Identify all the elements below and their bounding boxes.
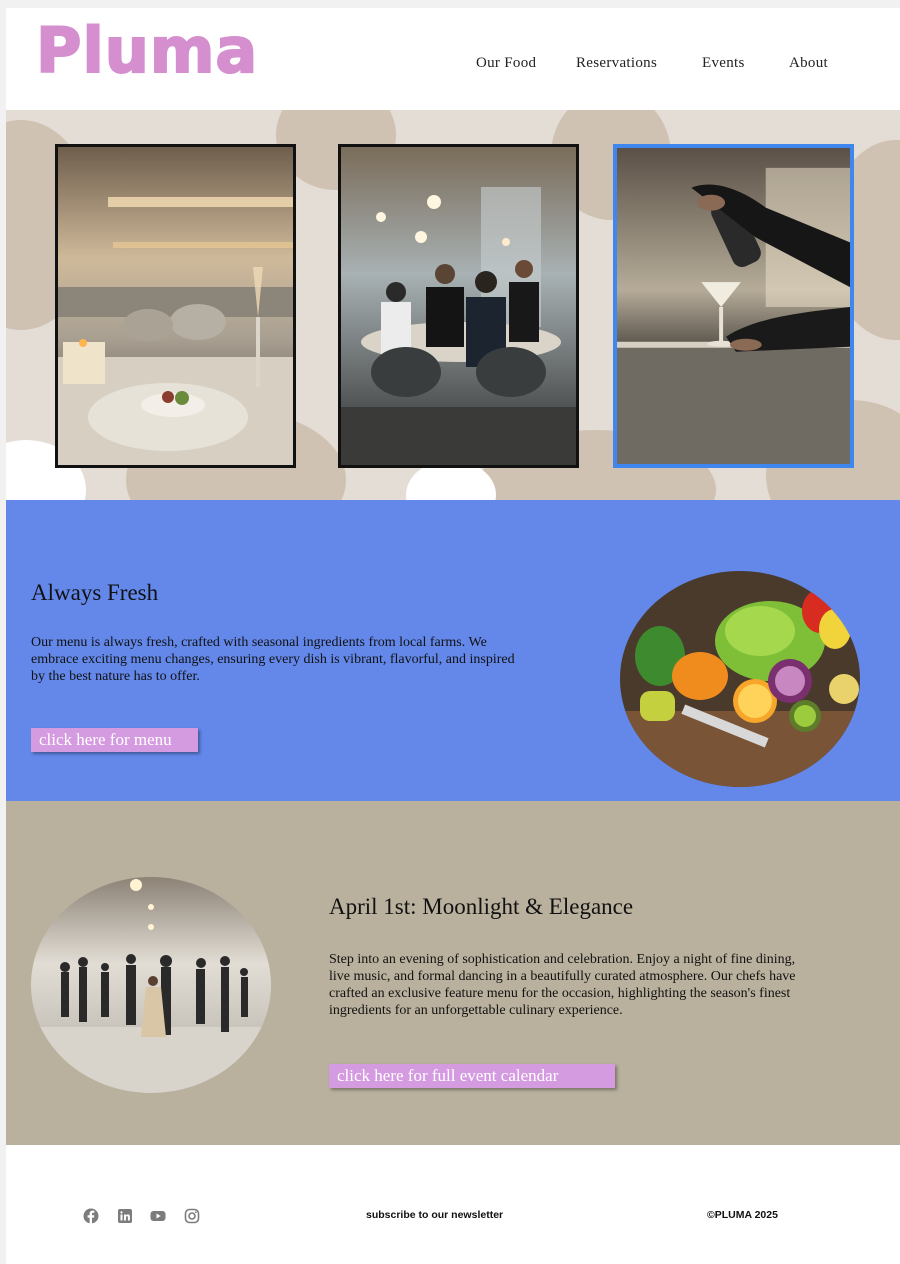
youtube-icon[interactable] — [150, 1208, 166, 1224]
nav-events[interactable]: Events — [702, 55, 745, 72]
hero-gallery — [6, 110, 900, 500]
event-section: April 1st: Moonlight & Elegance Step int… — [6, 801, 900, 1145]
event-body: Step into an evening of sophistication a… — [329, 952, 796, 1018]
nav-our-food[interactable]: Our Food — [476, 55, 536, 72]
fresh-body: Our menu is always fresh, crafted with s… — [31, 635, 515, 684]
footer: subscribe to our newsletter ©PLUMA 2025 — [6, 1145, 900, 1264]
produce-photo — [620, 571, 860, 787]
restaurant-table-photo[interactable] — [55, 144, 296, 468]
ballroom-photo — [31, 877, 271, 1093]
diners-photo[interactable] — [338, 144, 579, 468]
instagram-icon[interactable] — [184, 1208, 200, 1224]
linkedin-icon[interactable] — [117, 1208, 133, 1224]
facebook-icon[interactable] — [83, 1208, 99, 1224]
nav-reservations[interactable]: Reservations — [576, 55, 657, 72]
header: Pluma Our Food Reservations Events About — [6, 8, 900, 110]
fresh-section: Always Fresh Our menu is always fresh, c… — [6, 500, 900, 801]
logo[interactable]: Pluma — [35, 19, 258, 83]
copyright-text: ©PLUMA 2025 — [707, 1209, 778, 1221]
fresh-title: Always Fresh — [31, 580, 159, 605]
event-calendar-button[interactable]: click here for full event calendar — [329, 1064, 615, 1088]
event-title: April 1st: Moonlight & Elegance — [329, 894, 634, 919]
page: Pluma Our Food Reservations Events About — [6, 8, 900, 1264]
newsletter-link[interactable]: subscribe to our newsletter — [366, 1209, 503, 1221]
nav-about[interactable]: About — [789, 55, 828, 72]
menu-button[interactable]: click here for menu — [31, 728, 198, 752]
cocktail-bar-photo[interactable] — [613, 144, 854, 468]
